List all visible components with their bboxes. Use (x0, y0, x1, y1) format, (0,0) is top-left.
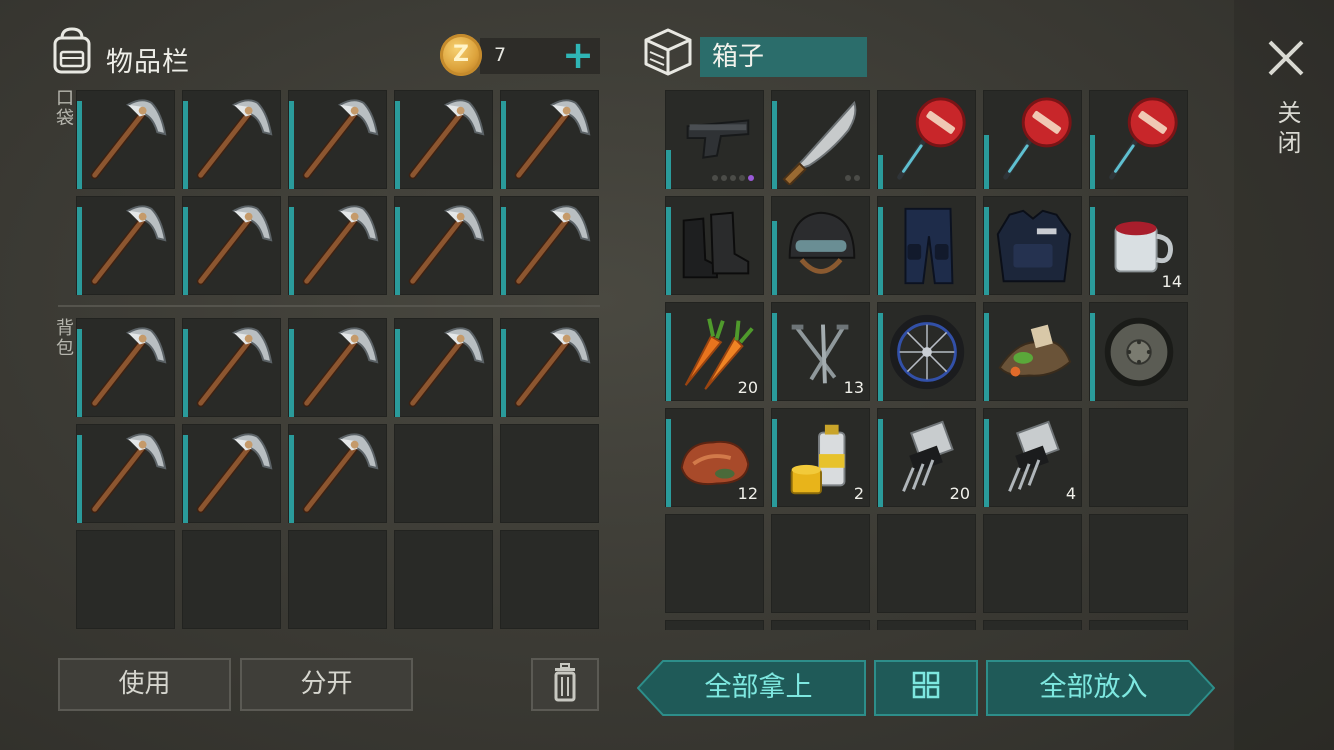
vest-icon (996, 209, 1072, 283)
box-slot[interactable] (983, 90, 1082, 189)
box-slot[interactable] (665, 90, 764, 189)
transistor-icon (1008, 420, 1060, 492)
item-count: 20 (737, 378, 758, 397)
item-count: 13 (843, 378, 864, 397)
box-slot[interactable]: 4 (983, 408, 1082, 507)
stop-sign-icon (1109, 97, 1178, 180)
item-count: 20 (949, 484, 970, 503)
box-slot[interactable] (983, 302, 1082, 401)
upgrade-dots (712, 175, 754, 181)
box-slot[interactable] (877, 514, 976, 613)
item-count: 12 (737, 484, 758, 503)
item-count: 14 (1161, 272, 1182, 291)
use-button[interactable]: 使用 (58, 658, 231, 711)
box-slot[interactable] (771, 620, 870, 630)
wheel-icon (889, 314, 965, 390)
box-slot[interactable] (771, 514, 870, 613)
box-slot[interactable] (1089, 90, 1188, 189)
helmet-icon (788, 211, 856, 274)
box-slot[interactable] (983, 620, 1082, 630)
scrap-icon (998, 324, 1072, 377)
take-all-label: 全部拿上 (704, 672, 813, 703)
box-slot[interactable] (665, 196, 764, 295)
box-slot[interactable]: 14 (1089, 196, 1188, 295)
stop-sign-icon (1003, 97, 1072, 180)
stop-sign-icon (897, 97, 966, 180)
item-count: 4 (1065, 484, 1076, 503)
box-slot[interactable] (877, 90, 976, 189)
box-slot[interactable] (983, 196, 1082, 295)
box-grid-viewport[interactable]: 14 20 13 12 2 20 4 (0, 0, 1334, 630)
box-slot[interactable] (877, 302, 976, 401)
box-slot[interactable] (877, 620, 976, 630)
disc-icon (1104, 317, 1174, 387)
box-slot[interactable] (771, 90, 870, 189)
box-slot[interactable] (1089, 408, 1188, 507)
take-all-button[interactable]: 全部拿上 (637, 660, 866, 716)
spray-paint-icon (790, 424, 846, 495)
box-slot[interactable]: 12 (665, 408, 764, 507)
split-button[interactable]: 分开 (240, 658, 413, 711)
box-slot[interactable] (1089, 620, 1188, 630)
box-slot[interactable] (665, 514, 764, 613)
trash-button[interactable] (531, 658, 599, 711)
machete-icon (782, 100, 857, 185)
put-all-button[interactable]: 全部放入 (986, 660, 1215, 716)
boots-icon (682, 211, 750, 279)
item-count: 2 (853, 484, 864, 503)
put-all-label: 全部放入 (1039, 672, 1148, 703)
trash-icon (554, 663, 576, 702)
box-slot[interactable] (1089, 514, 1188, 613)
box-slot[interactable]: 20 (665, 302, 764, 401)
box-slot[interactable] (771, 196, 870, 295)
box-slot[interactable]: 2 (771, 408, 870, 507)
sort-grid-icon (912, 671, 940, 699)
upgrade-dots (845, 175, 860, 181)
sort-button[interactable] (874, 660, 978, 716)
pants-icon (904, 207, 954, 285)
pistol-icon (686, 119, 750, 159)
box-slot[interactable] (665, 620, 764, 630)
box-slot[interactable]: 13 (771, 302, 870, 401)
box-slot[interactable] (1089, 302, 1188, 401)
box-slot[interactable]: 20 (877, 408, 976, 507)
box-slot[interactable] (877, 196, 976, 295)
box-slot[interactable] (983, 514, 1082, 613)
